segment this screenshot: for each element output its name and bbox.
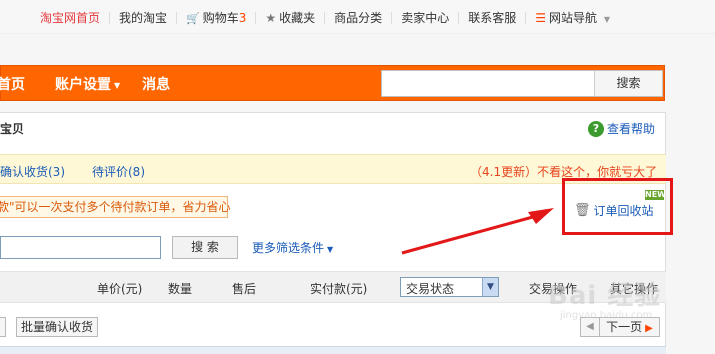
arrow-head (528, 208, 554, 224)
annotation-arrow-icon (401, 208, 554, 255)
arrow-shaft (401, 213, 541, 255)
